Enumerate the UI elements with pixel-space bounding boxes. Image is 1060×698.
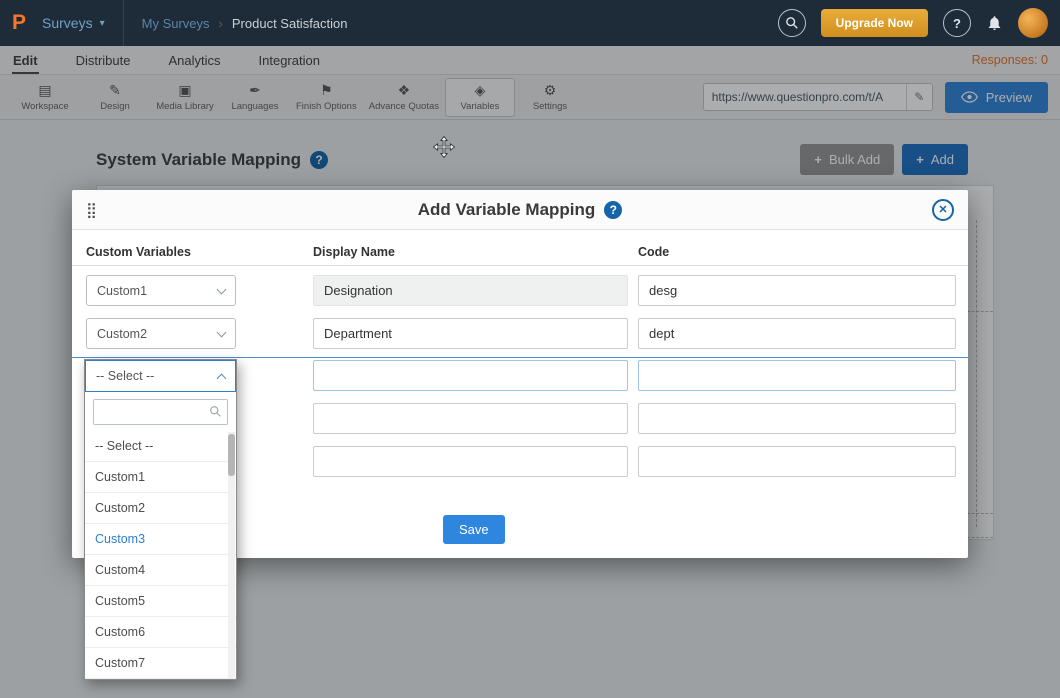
display-name-input-4[interactable] bbox=[313, 403, 628, 434]
option-custom7[interactable]: Custom7 bbox=[85, 648, 236, 679]
surveys-menu-label: Surveys bbox=[42, 15, 93, 31]
close-icon[interactable]: ✕ bbox=[932, 199, 954, 221]
variable-select-dropdown: -- Select -- -- Select -- Custom1 Custom… bbox=[84, 359, 237, 680]
breadcrumb-my-surveys[interactable]: My Surveys bbox=[142, 16, 210, 31]
mapping-row: Custom2 bbox=[72, 318, 968, 349]
active-row-indicator bbox=[72, 357, 968, 358]
column-headers: Custom Variables Display Name Code bbox=[72, 238, 968, 266]
option-custom3[interactable]: Custom3 bbox=[85, 524, 236, 555]
surveys-menu[interactable]: Surveys ▾ bbox=[42, 15, 105, 31]
variable-select-2[interactable]: Custom2 bbox=[86, 318, 236, 349]
breadcrumb-separator-icon: › bbox=[219, 16, 223, 31]
breadcrumb-current: Product Satisfaction bbox=[232, 16, 348, 31]
top-bar: P Surveys ▾ My Surveys › Product Satisfa… bbox=[0, 0, 1060, 46]
display-name-input-5[interactable] bbox=[313, 446, 628, 477]
notifications-button[interactable] bbox=[986, 14, 1003, 32]
chevron-down-icon bbox=[217, 284, 227, 294]
modal-header: ⣿ Add Variable Mapping ? ✕ bbox=[72, 190, 968, 230]
code-input-2[interactable] bbox=[638, 318, 956, 349]
column-custom-variables: Custom Variables bbox=[86, 245, 191, 259]
magnifier-icon bbox=[209, 405, 222, 423]
display-name-input-2[interactable] bbox=[313, 318, 628, 349]
chevron-down-icon: ▾ bbox=[100, 18, 105, 29]
option-select[interactable]: -- Select -- bbox=[85, 431, 236, 462]
bell-icon bbox=[986, 14, 1003, 32]
scrollbar-thumb[interactable] bbox=[228, 434, 235, 476]
option-custom1[interactable]: Custom1 bbox=[85, 462, 236, 493]
drag-handle-icon[interactable]: ⣿ bbox=[86, 201, 97, 219]
questionpro-logo[interactable]: P bbox=[12, 11, 26, 35]
variable-select-3[interactable]: -- Select -- bbox=[85, 360, 236, 392]
code-input-5[interactable] bbox=[638, 446, 956, 477]
column-code: Code bbox=[638, 245, 669, 259]
search-icon bbox=[785, 16, 799, 30]
option-custom4[interactable]: Custom4 bbox=[85, 555, 236, 586]
column-display-name: Display Name bbox=[313, 245, 395, 259]
option-custom6[interactable]: Custom6 bbox=[85, 617, 236, 648]
display-name-input-3[interactable] bbox=[313, 360, 628, 391]
header-divider bbox=[123, 0, 124, 46]
option-custom5[interactable]: Custom5 bbox=[85, 586, 236, 617]
avatar[interactable] bbox=[1018, 8, 1048, 38]
dropdown-options: -- Select -- Custom1 Custom2 Custom3 Cus… bbox=[85, 431, 236, 679]
code-input-4[interactable] bbox=[638, 403, 956, 434]
help-button[interactable]: ? bbox=[943, 9, 971, 37]
help-icon: ? bbox=[953, 16, 961, 31]
display-name-input-1[interactable] bbox=[313, 275, 628, 306]
modal-help-icon[interactable]: ? bbox=[604, 201, 622, 219]
dropdown-search-input[interactable] bbox=[93, 399, 228, 425]
variable-select-1[interactable]: Custom1 bbox=[86, 275, 236, 306]
code-input-1[interactable] bbox=[638, 275, 956, 306]
save-button[interactable]: Save bbox=[443, 515, 505, 544]
mapping-row: Custom1 bbox=[72, 275, 968, 306]
search-button[interactable] bbox=[778, 9, 806, 37]
chevron-down-icon bbox=[217, 327, 227, 337]
code-input-3[interactable] bbox=[638, 360, 956, 391]
option-custom2[interactable]: Custom2 bbox=[85, 493, 236, 524]
dropdown-scrollbar bbox=[228, 432, 235, 678]
upgrade-now-button[interactable]: Upgrade Now bbox=[821, 9, 928, 37]
dropdown-search bbox=[85, 392, 236, 431]
modal-title: Add Variable Mapping ? bbox=[418, 200, 623, 220]
chevron-up-icon bbox=[217, 373, 227, 383]
